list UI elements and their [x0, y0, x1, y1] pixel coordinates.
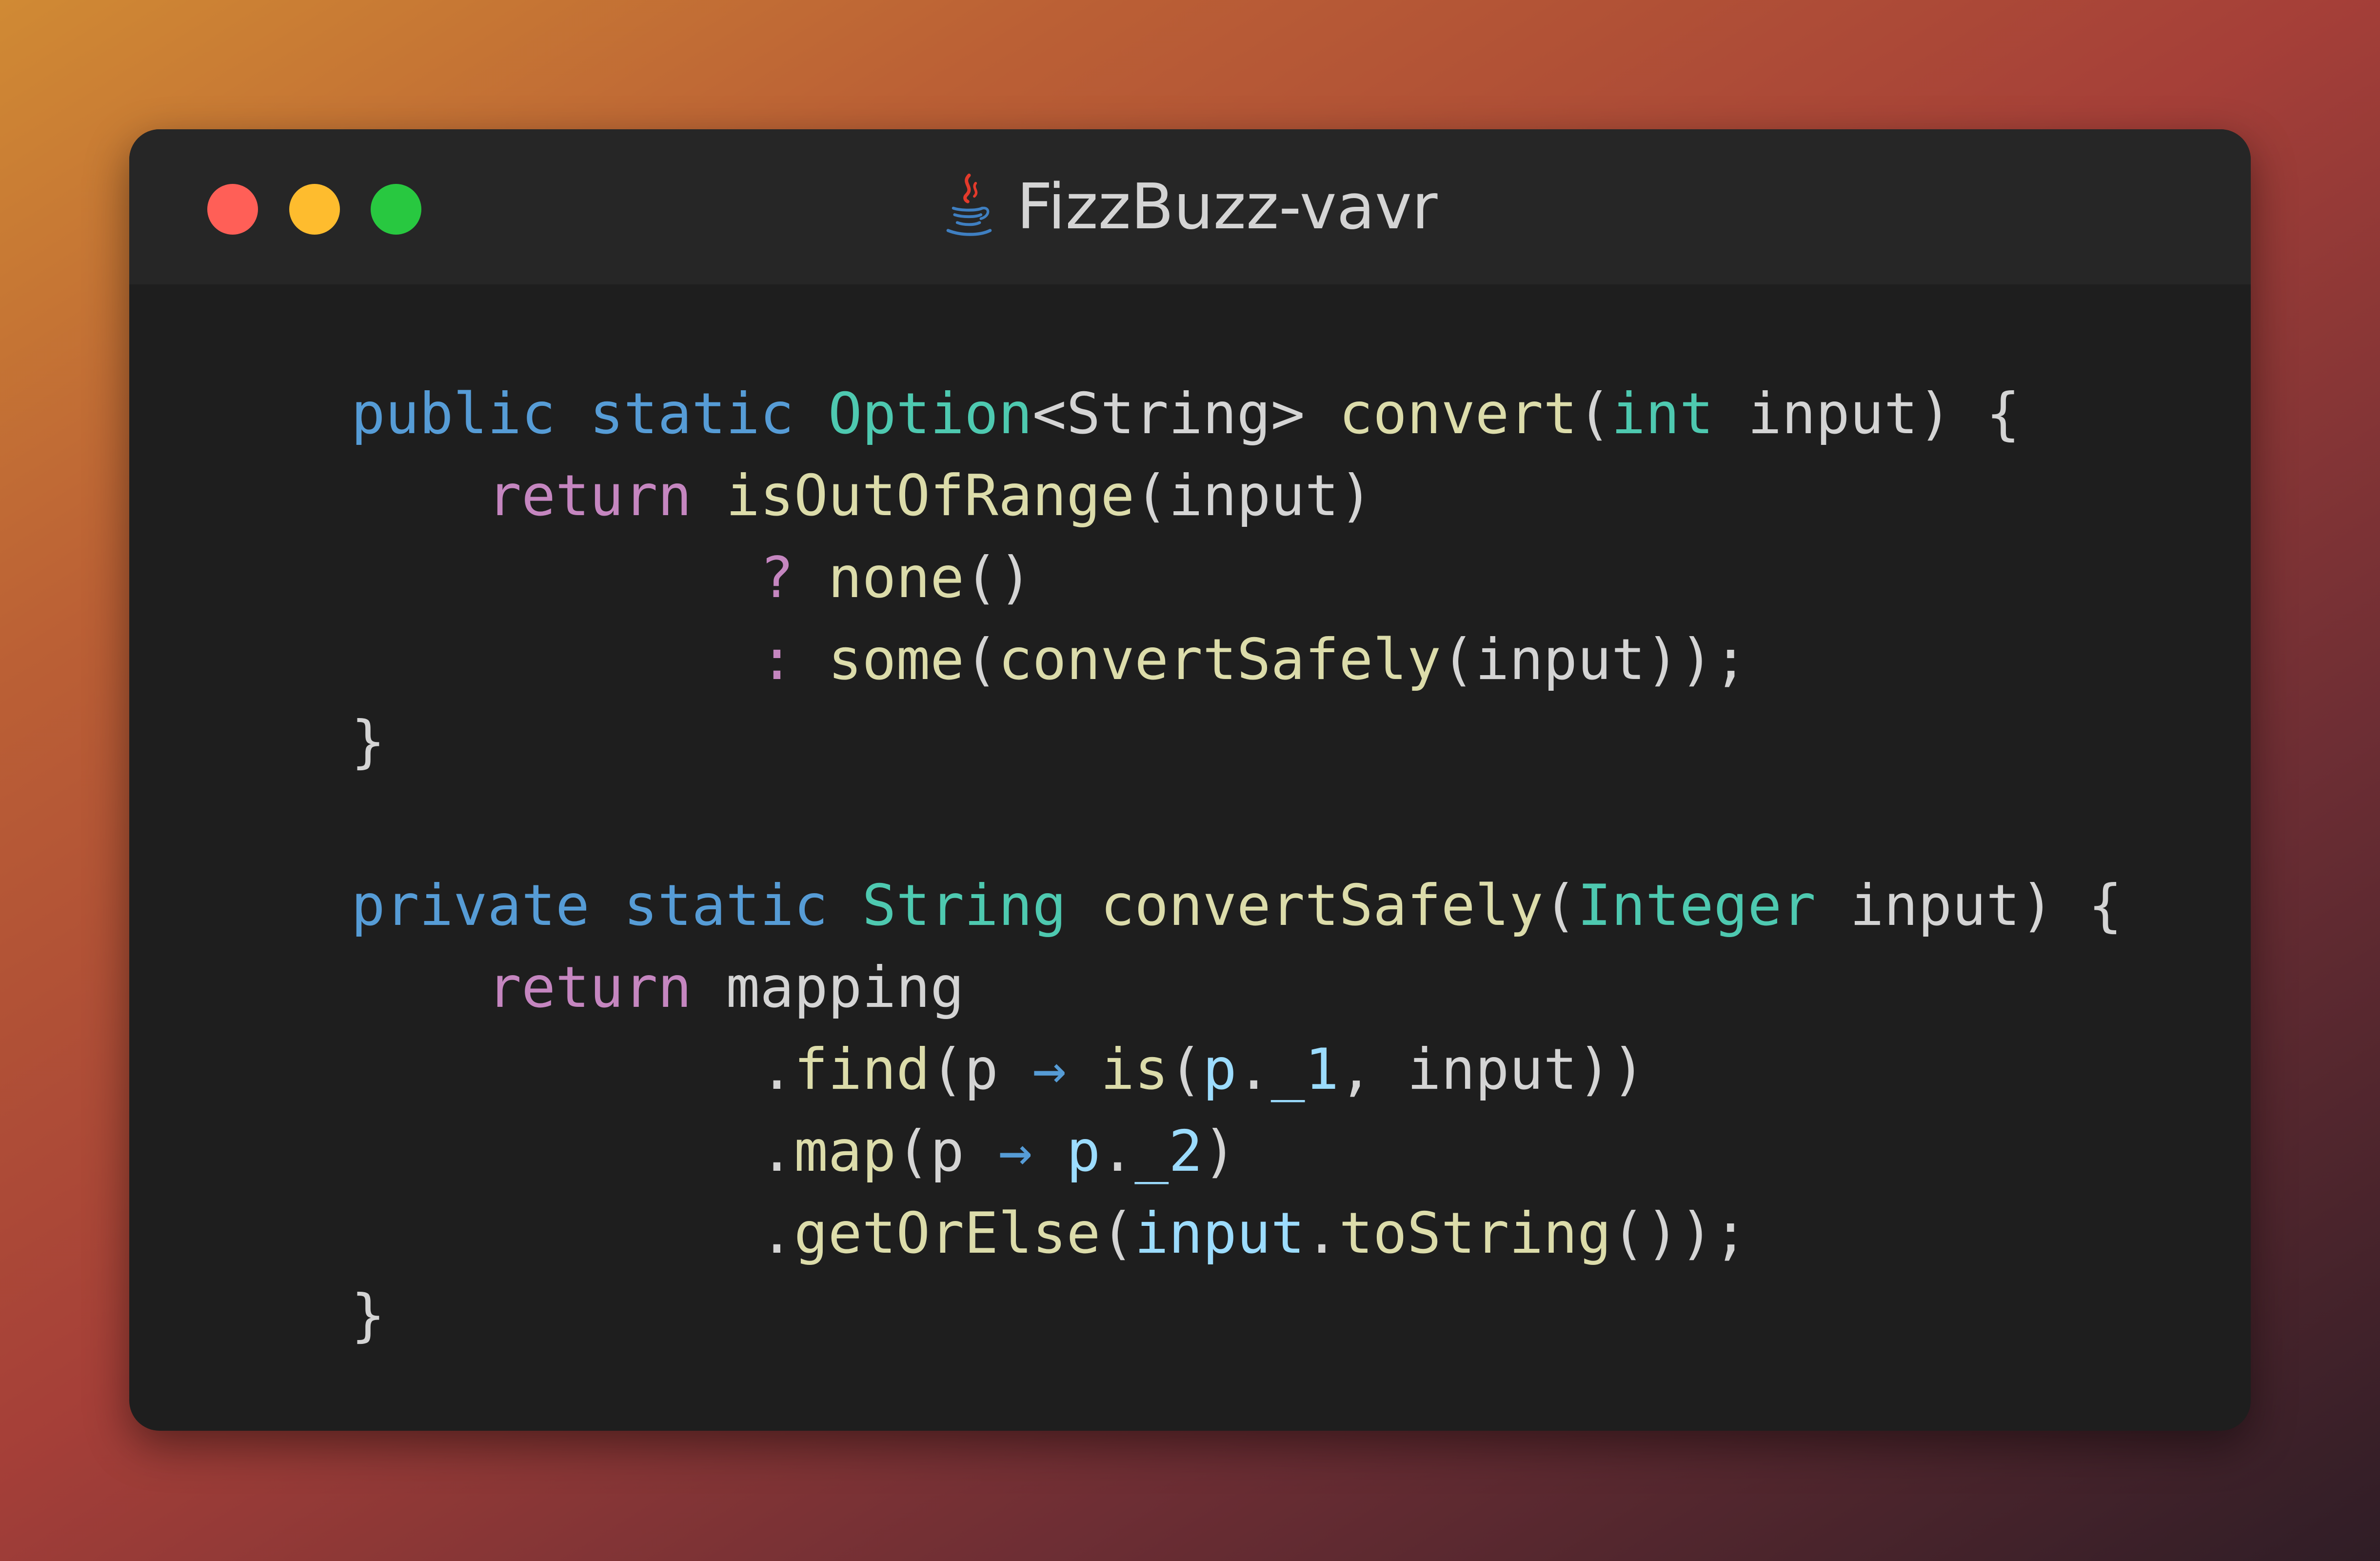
code-token: , input)) — [1339, 1037, 1646, 1102]
code-token: (input) — [1134, 463, 1373, 529]
code-line: : some(convertSafely(input)); — [351, 619, 2122, 701]
code-token: (p — [896, 1119, 998, 1184]
code-token: convertSafely — [998, 627, 1441, 693]
code-line: return isOutOfRange(input) — [351, 455, 2122, 537]
code-line: public static Option<String> convert(int… — [351, 373, 2122, 455]
code-token: mapping — [692, 955, 965, 1021]
code-token: (input)); — [1441, 627, 1748, 693]
code-token: convert — [1339, 381, 1578, 447]
title-bar: FizzBuzz-vavr — [129, 129, 2251, 284]
code-token: getOrElse — [793, 1201, 1101, 1266]
code-token: ) — [1203, 1119, 1237, 1184]
code-line: ? none() — [351, 537, 2122, 619]
code-token: <String> — [1032, 381, 1339, 447]
code-token: map — [793, 1119, 896, 1184]
code-token: . — [351, 1201, 794, 1266]
code-token: ? — [760, 545, 794, 611]
code-token: find — [793, 1037, 931, 1102]
code-token: ( — [964, 627, 998, 693]
code-token: none — [828, 545, 965, 611]
code-line: .getOrElse(input.toString()); — [351, 1193, 2122, 1275]
window-title-text: FizzBuzz-vavr — [1016, 170, 1438, 243]
code-line: return mapping — [351, 947, 2122, 1029]
code-token: static — [589, 381, 794, 447]
code-token: . — [1236, 1037, 1271, 1102]
code-token: convertSafely — [1100, 873, 1544, 939]
code-token: static — [623, 873, 828, 939]
code-token: : — [760, 627, 794, 693]
window-title: FizzBuzz-vavr — [129, 129, 2251, 284]
code-line: .map(p → p._2) — [351, 1111, 2122, 1193]
code-block: public static Option<String> convert(int… — [351, 373, 2122, 1357]
code-token: return — [487, 955, 692, 1021]
code-token: Option — [828, 381, 1032, 447]
code-line: } — [351, 1275, 2122, 1357]
code-token: public — [351, 381, 556, 447]
code-token: return — [487, 463, 692, 529]
code-token: _2 — [1134, 1119, 1203, 1184]
code-token: → — [998, 1119, 1032, 1184]
code-token: p — [1203, 1037, 1237, 1102]
code-token: input) { — [1816, 873, 2122, 939]
code-token: isOutOfRange — [726, 463, 1135, 529]
code-token: ( — [1543, 873, 1578, 939]
code-line: private static String convertSafely(Inte… — [351, 865, 2122, 947]
code-token: . — [1305, 1201, 1339, 1266]
code-token: ()); — [1611, 1201, 1748, 1266]
code-token: int — [1611, 381, 1714, 447]
code-token: . — [351, 1119, 794, 1184]
code-token: ( — [1169, 1037, 1203, 1102]
code-token: private — [351, 873, 590, 939]
java-coffee-cup-icon — [946, 173, 992, 236]
code-token: ( — [1100, 1201, 1135, 1266]
code-token: (p — [930, 1037, 1032, 1102]
code-token: . — [351, 1037, 794, 1102]
code-token: Integer — [1577, 873, 1816, 939]
code-token: some — [828, 627, 965, 693]
code-token: . — [1100, 1119, 1135, 1184]
code-token: → — [1032, 1037, 1067, 1102]
code-token: _1 — [1270, 1037, 1339, 1102]
code-window: FizzBuzz-vavr public static Option<Strin… — [129, 129, 2251, 1431]
code-token: } — [351, 1282, 385, 1348]
code-token: toString — [1339, 1201, 1612, 1266]
code-token: input) { — [1713, 381, 2021, 447]
code-token: } — [351, 709, 385, 775]
code-line: } — [351, 701, 2122, 783]
code-token: input — [1134, 1201, 1305, 1266]
code-token: String — [862, 873, 1067, 939]
code-token: is — [1100, 1037, 1169, 1102]
code-token: p — [1066, 1119, 1101, 1184]
code-line: .find(p → is(p._1, input)) — [351, 1029, 2122, 1111]
code-token: () — [964, 545, 1032, 611]
code-token: ( — [1577, 381, 1612, 447]
